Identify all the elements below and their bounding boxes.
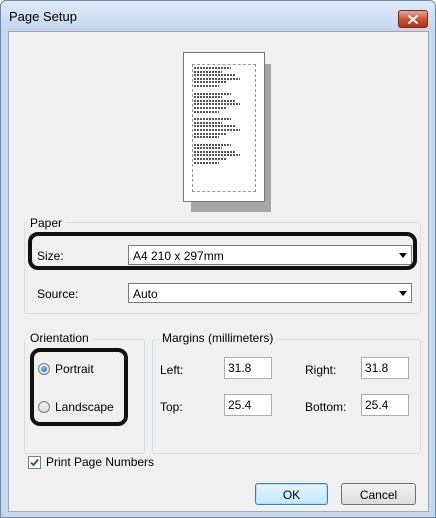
left-margin-label: Left: [160,363,184,377]
page-preview-text-lines [194,67,240,165]
close-icon [408,14,418,24]
left-margin-field[interactable] [224,357,272,379]
bottom-margin-label: Bottom: [305,400,347,414]
chevron-down-icon [399,291,407,296]
top-margin-input[interactable] [228,396,268,414]
paper-group-label: Paper [27,216,66,230]
dialog-title: Page Setup [9,9,77,24]
dialog-body: Paper Size: A4 210 x 297mm Source: Auto … [8,31,429,512]
orientation-group-label: Orientation [27,331,92,345]
bottom-margin-input[interactable] [365,396,405,414]
right-margin-field[interactable] [361,357,409,379]
source-label: Source: [37,287,79,301]
right-margin-label: Right: [305,363,337,377]
close-button[interactable] [398,10,428,28]
source-dropdown[interactable]: Auto [128,283,412,303]
print-page-numbers-checkbox[interactable] [28,456,41,469]
title-bar[interactable]: Page Setup [1,1,435,31]
source-dropdown-value: Auto [133,287,158,301]
top-margin-field[interactable] [224,394,272,416]
print-page-numbers-label[interactable]: Print Page Numbers [46,455,154,469]
top-margin-label: Top: [160,400,183,414]
left-margin-input[interactable] [228,359,268,377]
margins-group-label: Margins (millimeters) [159,331,277,345]
checkmark-icon [30,458,39,467]
ok-button[interactable]: OK [255,483,328,505]
page-setup-dialog: Page Setup Paper Size: A4 210 x 297mm So… [0,0,436,518]
cancel-button[interactable]: Cancel [341,483,416,505]
page-preview-sheet [183,52,265,202]
size-row-highlight [28,232,417,270]
orientation-highlight [30,348,128,426]
bottom-margin-field[interactable] [361,394,409,416]
right-margin-input[interactable] [365,359,405,377]
page-preview [9,32,428,212]
